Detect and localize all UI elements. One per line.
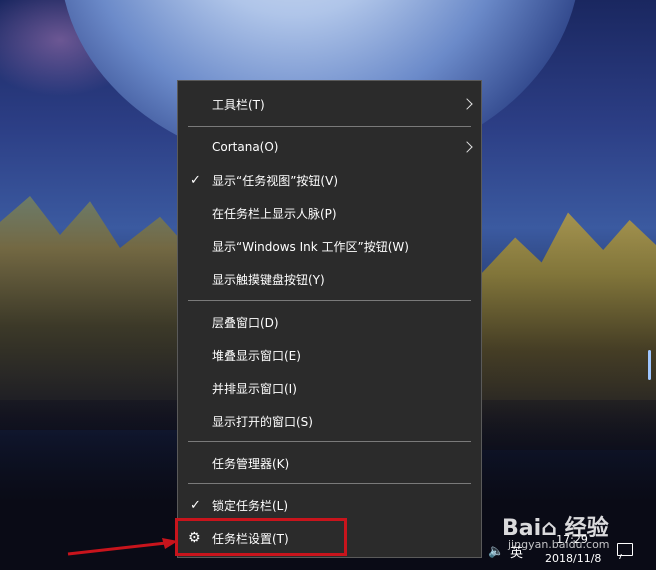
menu-separator: [188, 441, 471, 442]
menu-item-label: 任务管理器(K): [212, 456, 290, 471]
menu-item-label: 堆叠显示窗口(E): [212, 348, 301, 363]
taskbar-context-menu: 工具栏(T) Cortana(O) ✓ 显示“任务视图”按钮(V) 在任务栏上显…: [177, 80, 482, 558]
menu-item-label: 工具栏(T): [212, 97, 265, 112]
checkmark-icon: ✓: [190, 497, 201, 513]
menu-item-show-windows-ink[interactable]: 显示“Windows Ink 工作区”按钮(W): [178, 231, 481, 261]
menu-item-lock-taskbar[interactable]: ✓ 锁定任务栏(L): [178, 490, 481, 520]
menu-item-label: 显示打开的窗口(S): [212, 414, 313, 429]
menu-item-side-by-side-windows[interactable]: 并排显示窗口(I): [178, 373, 481, 403]
volume-icon[interactable]: 🔈: [488, 544, 504, 559]
menu-item-label: 并排显示窗口(I): [212, 381, 297, 396]
menu-item-show-task-view[interactable]: ✓ 显示“任务视图”按钮(V): [178, 165, 481, 195]
menu-separator: [188, 483, 471, 484]
menu-item-task-manager[interactable]: 任务管理器(K): [178, 448, 481, 478]
mountains-left: [0, 196, 200, 430]
menu-item-show-people[interactable]: 在任务栏上显示人脉(P): [178, 198, 481, 228]
menu-item-show-desktop-windows[interactable]: 显示打开的窗口(S): [178, 406, 481, 436]
menu-item-label: 显示触摸键盘按钮(Y): [212, 272, 325, 287]
menu-item-label: 在任务栏上显示人脉(P): [212, 206, 337, 221]
clock-time[interactable]: 17:29: [552, 533, 592, 546]
chevron-right-icon: [461, 98, 473, 110]
menu-item-label: 层叠窗口(D): [212, 315, 279, 330]
clock-date[interactable]: 2018/11/8: [545, 552, 601, 565]
menu-item-label: 锁定任务栏(L): [212, 498, 289, 513]
action-center-icon[interactable]: [617, 543, 633, 556]
edge-indicator: [648, 350, 651, 380]
menu-item-label: 显示“任务视图”按钮(V): [212, 173, 339, 188]
menu-item-stack-windows[interactable]: 堆叠显示窗口(E): [178, 340, 481, 370]
menu-item-toolbars[interactable]: 工具栏(T): [178, 89, 481, 119]
menu-item-cascade-windows[interactable]: 层叠窗口(D): [178, 307, 481, 337]
menu-item-show-touch-keyboard[interactable]: 显示触摸键盘按钮(Y): [178, 264, 481, 294]
checkmark-icon: ✓: [190, 172, 201, 188]
menu-separator: [188, 300, 471, 301]
menu-item-label: 显示“Windows Ink 工作区”按钮(W): [212, 239, 409, 254]
input-method-indicator[interactable]: 英: [510, 542, 523, 561]
menu-item-label: Cortana(O): [212, 140, 279, 154]
chevron-right-icon: [461, 141, 473, 153]
menu-item-cortana[interactable]: Cortana(O): [178, 132, 481, 162]
menu-separator: [188, 126, 471, 127]
